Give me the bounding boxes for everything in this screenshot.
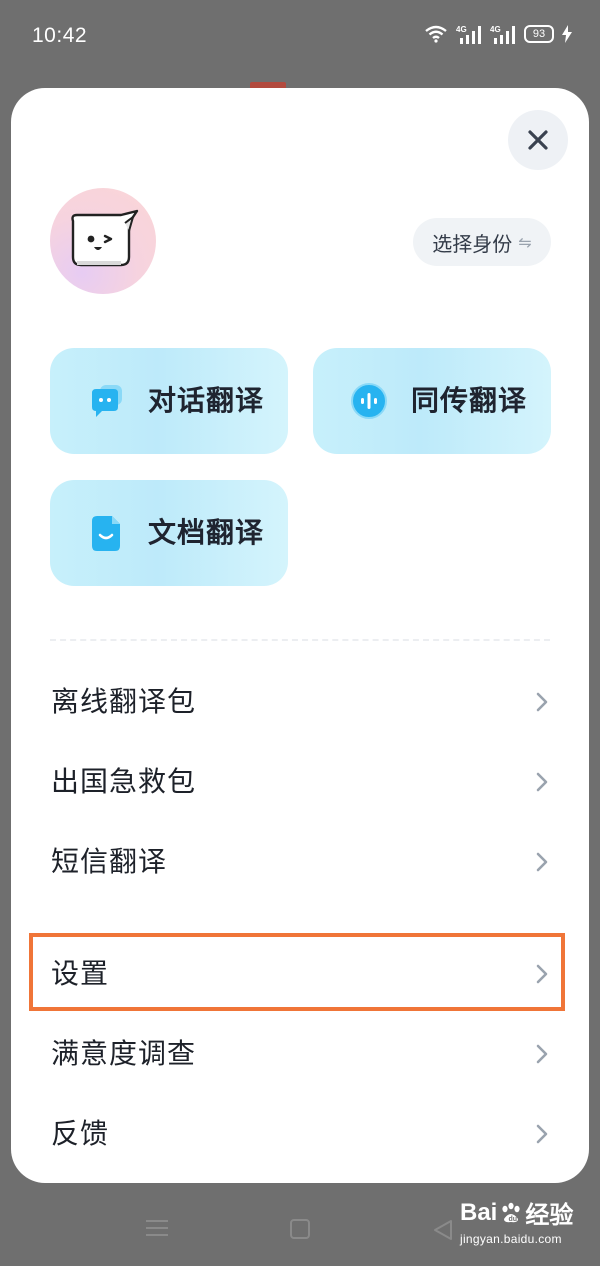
status-icons: 4G 4G 93	[424, 24, 572, 44]
menu-item-satisfaction-survey[interactable]: 满意度调查	[11, 1014, 589, 1094]
charging-icon	[562, 25, 572, 43]
menu-item-label: 短信翻译	[51, 845, 168, 878]
tile-dialog-label: 对话翻译	[148, 384, 265, 417]
signal-4g-icon: 4G	[490, 25, 515, 44]
menu-sheet: 选择身份 ⇋ 对话翻译 同传翻译 文档翻译 离线翻译包 出国急救包 短信翻译 设…	[11, 88, 589, 1183]
chevron-right-icon	[536, 852, 548, 872]
chevron-right-icon	[536, 772, 548, 792]
select-identity-label: 选择身份	[432, 231, 513, 256]
close-icon	[528, 130, 548, 150]
svg-text:du: du	[509, 1216, 518, 1223]
menu-item-emergency-kit[interactable]: 出国急救包	[11, 742, 589, 822]
status-bar: 10:42 4G 4G 93	[0, 0, 600, 76]
watermark-brand: Bai du 经验	[460, 1198, 574, 1230]
menu-icon[interactable]	[146, 1219, 168, 1237]
chevron-right-icon	[536, 1124, 548, 1144]
menu-item-offline-pack[interactable]: 离线翻译包	[11, 662, 589, 742]
chevron-right-icon	[536, 1044, 548, 1064]
highlight-box	[29, 933, 565, 1011]
close-button[interactable]	[508, 110, 568, 170]
paw-icon: du	[502, 1202, 520, 1223]
home-button[interactable]	[290, 1219, 310, 1239]
tile-simultaneous-translation[interactable]: 同传翻译	[313, 348, 551, 454]
menu-item-label: 出国急救包	[51, 765, 197, 798]
menu-item-sms-translation[interactable]: 短信翻译	[11, 822, 589, 902]
menu-item-label: 满意度调查	[51, 1037, 197, 1070]
svg-text:4G: 4G	[456, 25, 467, 34]
chevron-right-icon	[536, 692, 548, 712]
signal-4g-icon: 4G	[456, 25, 481, 44]
swap-icon: ⇋	[518, 232, 532, 252]
tile-dialog-translation[interactable]: 对话翻译	[50, 348, 288, 454]
voice-wave-icon	[351, 383, 387, 419]
tile-document-label: 文档翻译	[148, 516, 265, 549]
back-icon[interactable]	[432, 1219, 454, 1241]
battery-indicator: 93	[524, 25, 554, 43]
svg-text:4G: 4G	[490, 25, 501, 34]
baidu-jingyan-watermark: Bai du 经验 jingyan.baidu.com	[460, 1195, 574, 1247]
tile-simultaneous-label: 同传翻译	[411, 384, 528, 417]
mascot-icon	[71, 209, 139, 267]
section-divider	[50, 639, 550, 641]
wifi-icon	[425, 25, 447, 43]
select-identity-button[interactable]: 选择身份 ⇋	[413, 218, 551, 266]
tile-document-translation[interactable]: 文档翻译	[50, 480, 288, 586]
menu-item-label: 离线翻译包	[51, 685, 197, 718]
status-time: 10:42	[32, 24, 88, 47]
menu-item-label: 反馈	[51, 1117, 110, 1150]
chat-bubble-icon	[92, 385, 122, 417]
watermark-url: jingyan.baidu.com	[460, 1232, 562, 1246]
avatar[interactable]	[50, 188, 156, 294]
menu-item-feedback[interactable]: 反馈	[11, 1094, 589, 1174]
system-nav-bar: Bai du 经验 jingyan.baidu.com	[0, 1183, 600, 1266]
document-icon	[92, 516, 120, 551]
